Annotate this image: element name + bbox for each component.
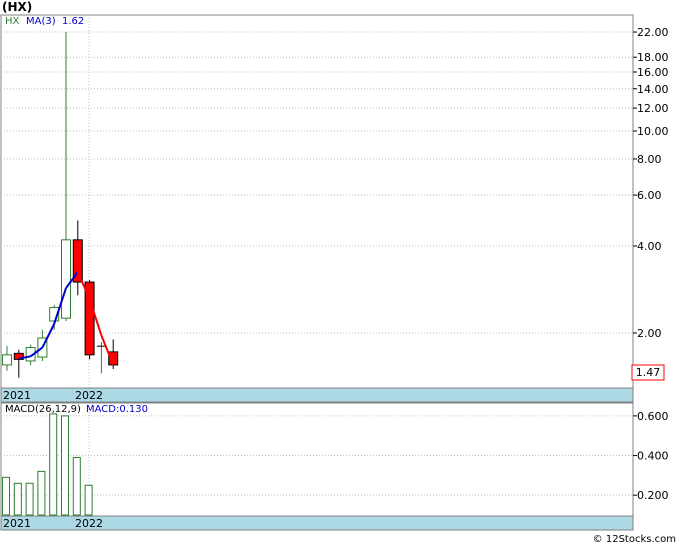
legend-ma-value: 1.62 [62, 16, 84, 27]
macd-bar [61, 415, 69, 516]
candle [2, 346, 12, 371]
price-legend: HX MA(3) 1.62 [5, 16, 84, 27]
macd-legend-label: MACD(26,12,9) [5, 404, 81, 415]
price-tick-label: 4.00 [637, 240, 662, 253]
price-grid [1, 31, 633, 334]
macd-tick-label: 0.600 [637, 410, 669, 423]
last-price-label: 1.47 [636, 366, 661, 379]
candle-body [2, 354, 12, 366]
candle [96, 342, 106, 374]
legend-symbol: HX [5, 16, 20, 27]
macd-bar [37, 470, 46, 516]
macd-bar [84, 484, 93, 516]
macd-x-label-2021: 2021 [3, 517, 31, 530]
price-tick-label: 10.00 [637, 125, 669, 138]
macd-bar [2, 476, 10, 516]
price-x-label-2022: 2022 [75, 389, 103, 402]
macd-tick-label: 0.400 [637, 450, 669, 463]
macd-bar [72, 457, 81, 516]
macd-x-label-2022: 2022 [75, 517, 103, 530]
price-panel: 22.00 18.00 16.00 14.00 12.00 10.00 8.00 6.00 4.… [0, 14, 669, 403]
macd-tick-label: 0.200 [637, 489, 669, 502]
ma-segment [41, 323, 56, 349]
price-x-label-2021: 2021 [3, 389, 31, 402]
chart-svg: 22.00 18.00 16.00 14.00 12.00 10.00 8.00 6.00 4.… [0, 14, 669, 531]
macd-plot-border [0, 402, 634, 517]
price-y-ticks: 22.00 18.00 16.00 14.00 12.00 10.00 8.00 6.00 4.… [633, 26, 669, 340]
legend-ma-label: MA(3) [26, 16, 56, 27]
price-candles [2, 32, 119, 378]
price-plot-border [0, 14, 634, 389]
ma-segment [100, 335, 115, 366]
candle [61, 32, 71, 321]
price-tick-label: 12.00 [637, 102, 669, 115]
macd-bar [13, 482, 22, 516]
last-price-box: 1.47 [631, 364, 665, 381]
macd-panel: 0.600 0.400 0.200 MACD(26,12,9) MACD:0.130… [0, 402, 669, 531]
price-tick-label: 8.00 [637, 153, 662, 166]
candle [72, 220, 83, 296]
footer-copyright: © 12Stocks.com [592, 534, 676, 545]
price-tick-label: 18.00 [637, 51, 669, 64]
price-tick-label: 6.00 [637, 189, 662, 202]
macd-legend-value: MACD:0.130 [86, 404, 148, 415]
price-tick-label: 2.00 [637, 327, 662, 340]
macd-bar [49, 413, 58, 516]
price-tick-label: 16.00 [637, 66, 669, 79]
price-tick-label: 22.00 [637, 26, 669, 39]
macd-bar [25, 482, 34, 516]
candle-body [61, 239, 71, 319]
macd-grid [1, 415, 633, 496]
price-tick-label: 14.00 [637, 83, 669, 96]
macd-bars [2, 413, 93, 516]
macd-y-ticks: 0.600 0.400 0.200 [633, 410, 669, 502]
candle [13, 349, 24, 378]
